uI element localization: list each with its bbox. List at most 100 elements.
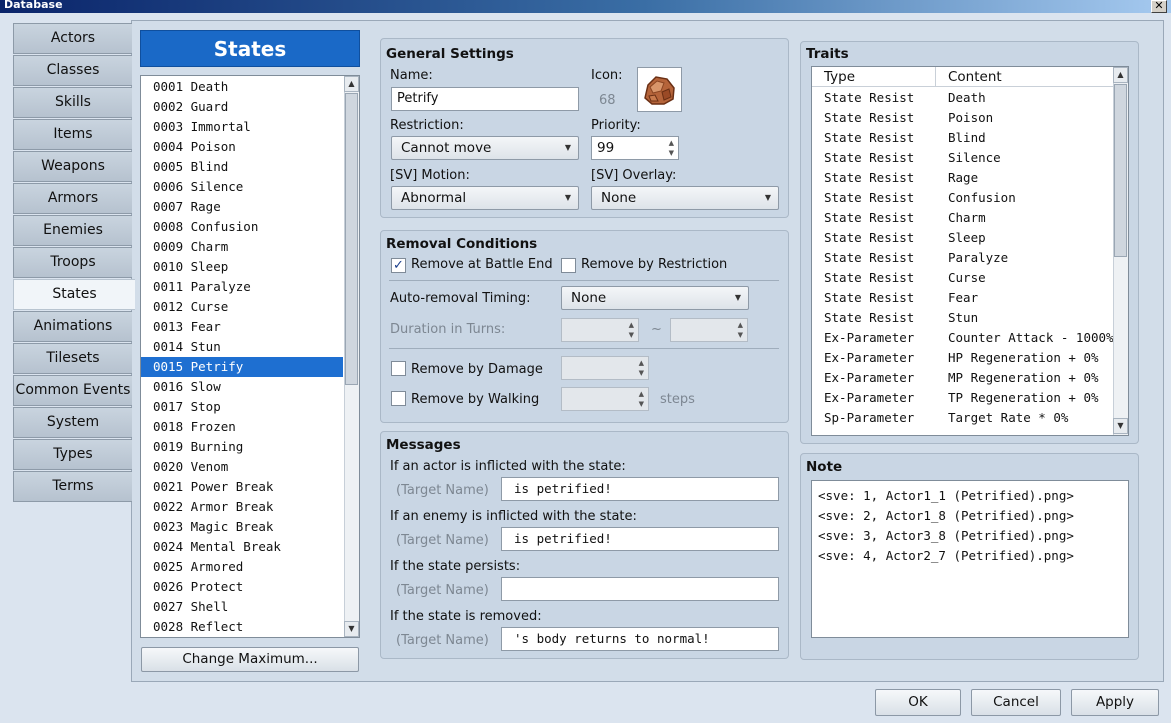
category-tab-weapons[interactable]: Weapons: [13, 151, 132, 182]
trait-row[interactable]: State Resist Charm: [812, 208, 1114, 228]
ok-button[interactable]: OK: [875, 689, 961, 716]
state-list-item[interactable]: 0005 Blind: [141, 157, 343, 177]
trait-row[interactable]: State Resist Confusion: [812, 188, 1114, 208]
trait-row[interactable]: State Resist Paralyze: [812, 248, 1114, 268]
trait-row[interactable]: State Resist Blind: [812, 128, 1114, 148]
state-list-item[interactable]: 0010 Sleep: [141, 257, 343, 277]
category-tab-actors[interactable]: Actors: [13, 23, 132, 54]
enemy-message-input[interactable]: is petrified!: [501, 527, 779, 551]
state-list-item[interactable]: 0008 Confusion: [141, 217, 343, 237]
remove-damage-checkbox[interactable]: [391, 361, 406, 376]
traits-col-type[interactable]: Type: [812, 67, 936, 87]
trait-row[interactable]: Ex-Parameter HP Regeneration + 0%: [812, 348, 1114, 368]
trait-row[interactable]: Ex-Parameter Counter Attack - 1000%: [812, 328, 1114, 348]
duration-max-stepper[interactable]: ▲ ▼: [670, 318, 748, 342]
cancel-button[interactable]: Cancel: [971, 689, 1061, 716]
state-list-item[interactable]: 0028 Reflect: [141, 617, 343, 637]
state-list-item[interactable]: 0004 Poison: [141, 137, 343, 157]
state-list-item[interactable]: 0014 Stun: [141, 337, 343, 357]
category-tab-skills[interactable]: Skills: [13, 87, 132, 118]
name-input[interactable]: Petrify: [391, 87, 579, 111]
scroll-up-icon[interactable]: ▲: [1113, 67, 1128, 83]
remove-walking-checkbox[interactable]: [391, 391, 406, 406]
traits-scrollbar[interactable]: ▲ ▼: [1113, 67, 1128, 435]
states-list[interactable]: 0001 Death 0002 Guard 0003 Immortal 0004 Po…: [140, 75, 360, 638]
state-list-item[interactable]: 0009 Charm: [141, 237, 343, 257]
traits-col-content[interactable]: Content: [936, 67, 1114, 87]
icon-picker[interactable]: [637, 67, 682, 112]
scroll-up-icon[interactable]: ▲: [344, 76, 359, 92]
trait-row[interactable]: State Resist Death: [812, 88, 1114, 108]
note-textarea[interactable]: <sve: 1, Actor1_1 (Petrified).png> <sve:…: [811, 480, 1129, 638]
trait-row[interactable]: Sp-Parameter Target Rate * 0%: [812, 408, 1114, 428]
scrollbar-thumb[interactable]: [1114, 84, 1127, 257]
motion-select[interactable]: Abnormal ▼: [391, 186, 579, 210]
actor-message-input[interactable]: is petrified!: [501, 477, 779, 501]
trait-row[interactable]: State Resist Poison: [812, 108, 1114, 128]
persist-message-input[interactable]: [501, 577, 779, 601]
state-list-item[interactable]: 0024 Mental Break: [141, 537, 343, 557]
trait-row[interactable]: Ex-Parameter MP Regeneration + 0%: [812, 368, 1114, 388]
state-list-item[interactable]: 0026 Protect: [141, 577, 343, 597]
state-list-item[interactable]: 0007 Rage: [141, 197, 343, 217]
category-tab-enemies[interactable]: Enemies: [13, 215, 132, 246]
change-maximum-button[interactable]: Change Maximum...: [141, 647, 359, 672]
removed-message-input[interactable]: 's body returns to normal!: [501, 627, 779, 651]
state-list-item[interactable]: 0013 Fear: [141, 317, 343, 337]
state-list-item[interactable]: 0011 Paralyze: [141, 277, 343, 297]
category-tab-classes[interactable]: Classes: [13, 55, 132, 86]
trait-row[interactable]: State Resist Stun: [812, 308, 1114, 328]
category-tab-tilesets[interactable]: Tilesets: [13, 343, 132, 374]
spin-arrows-icon[interactable]: ▲ ▼: [639, 389, 644, 409]
trait-row[interactable]: State Resist Curse: [812, 268, 1114, 288]
traits-table[interactable]: Type Content State Resist Death State Resi…: [811, 66, 1129, 436]
trait-row[interactable]: State Resist Rage: [812, 168, 1114, 188]
damage-stepper[interactable]: ▲ ▼: [561, 356, 649, 380]
remove-restriction-checkbox[interactable]: [561, 258, 576, 273]
scrollbar-thumb[interactable]: [345, 93, 358, 385]
category-tab-troops[interactable]: Troops: [13, 247, 132, 278]
trait-row[interactable]: State Resist Silence: [812, 148, 1114, 168]
category-tab-armors[interactable]: Armors: [13, 183, 132, 214]
states-scrollbar[interactable]: ▲ ▼: [344, 76, 359, 637]
spin-arrows-icon[interactable]: ▲ ▼: [669, 138, 674, 158]
state-list-item[interactable]: 0018 Frozen: [141, 417, 343, 437]
walking-stepper[interactable]: ▲ ▼: [561, 387, 649, 411]
spin-arrows-icon[interactable]: ▲ ▼: [639, 358, 644, 378]
state-list-item[interactable]: 0002 Guard: [141, 97, 343, 117]
duration-min-stepper[interactable]: ▲ ▼: [561, 318, 639, 342]
state-list-item[interactable]: 0022 Armor Break: [141, 497, 343, 517]
state-list-item[interactable]: 0016 Slow: [141, 377, 343, 397]
state-list-item[interactable]: 0023 Magic Break: [141, 517, 343, 537]
trait-row[interactable]: State Resist Fear: [812, 288, 1114, 308]
state-list-item[interactable]: 0015 Petrify: [141, 357, 343, 377]
state-list-item[interactable]: 0001 Death: [141, 77, 343, 97]
state-list-item[interactable]: 0020 Venom: [141, 457, 343, 477]
category-tab-system[interactable]: System: [13, 407, 132, 438]
state-list-item[interactable]: 0021 Power Break: [141, 477, 343, 497]
state-list-item[interactable]: 0027 Shell: [141, 597, 343, 617]
category-tab-states[interactable]: States: [13, 279, 135, 310]
apply-button[interactable]: Apply: [1071, 689, 1159, 716]
restriction-select[interactable]: Cannot move ▼: [391, 136, 579, 160]
scroll-down-icon[interactable]: ▼: [1113, 418, 1128, 434]
overlay-select[interactable]: None ▼: [591, 186, 779, 210]
trait-row[interactable]: Ex-Parameter TP Regeneration + 0%: [812, 388, 1114, 408]
auto-removal-select[interactable]: None ▼: [561, 286, 749, 310]
remove-battle-end-checkbox[interactable]: ✓: [391, 258, 406, 273]
category-tab-terms[interactable]: Terms: [13, 471, 132, 502]
state-list-item[interactable]: 0003 Immortal: [141, 117, 343, 137]
state-list-item[interactable]: 0012 Curse: [141, 297, 343, 317]
state-list-item[interactable]: 0019 Burning: [141, 437, 343, 457]
spin-arrows-icon[interactable]: ▲ ▼: [629, 320, 634, 340]
state-list-item[interactable]: 0017 Stop: [141, 397, 343, 417]
category-tab-items[interactable]: Items: [13, 119, 132, 150]
close-button[interactable]: ✕: [1151, 0, 1167, 13]
trait-row[interactable]: State Resist Sleep: [812, 228, 1114, 248]
state-list-item[interactable]: 0025 Armored: [141, 557, 343, 577]
priority-stepper[interactable]: 99 ▲ ▼: [591, 136, 679, 160]
category-tab-common-events[interactable]: Common Events: [13, 375, 132, 406]
category-tab-types[interactable]: Types: [13, 439, 132, 470]
spin-arrows-icon[interactable]: ▲ ▼: [738, 320, 743, 340]
state-list-item[interactable]: 0006 Silence: [141, 177, 343, 197]
